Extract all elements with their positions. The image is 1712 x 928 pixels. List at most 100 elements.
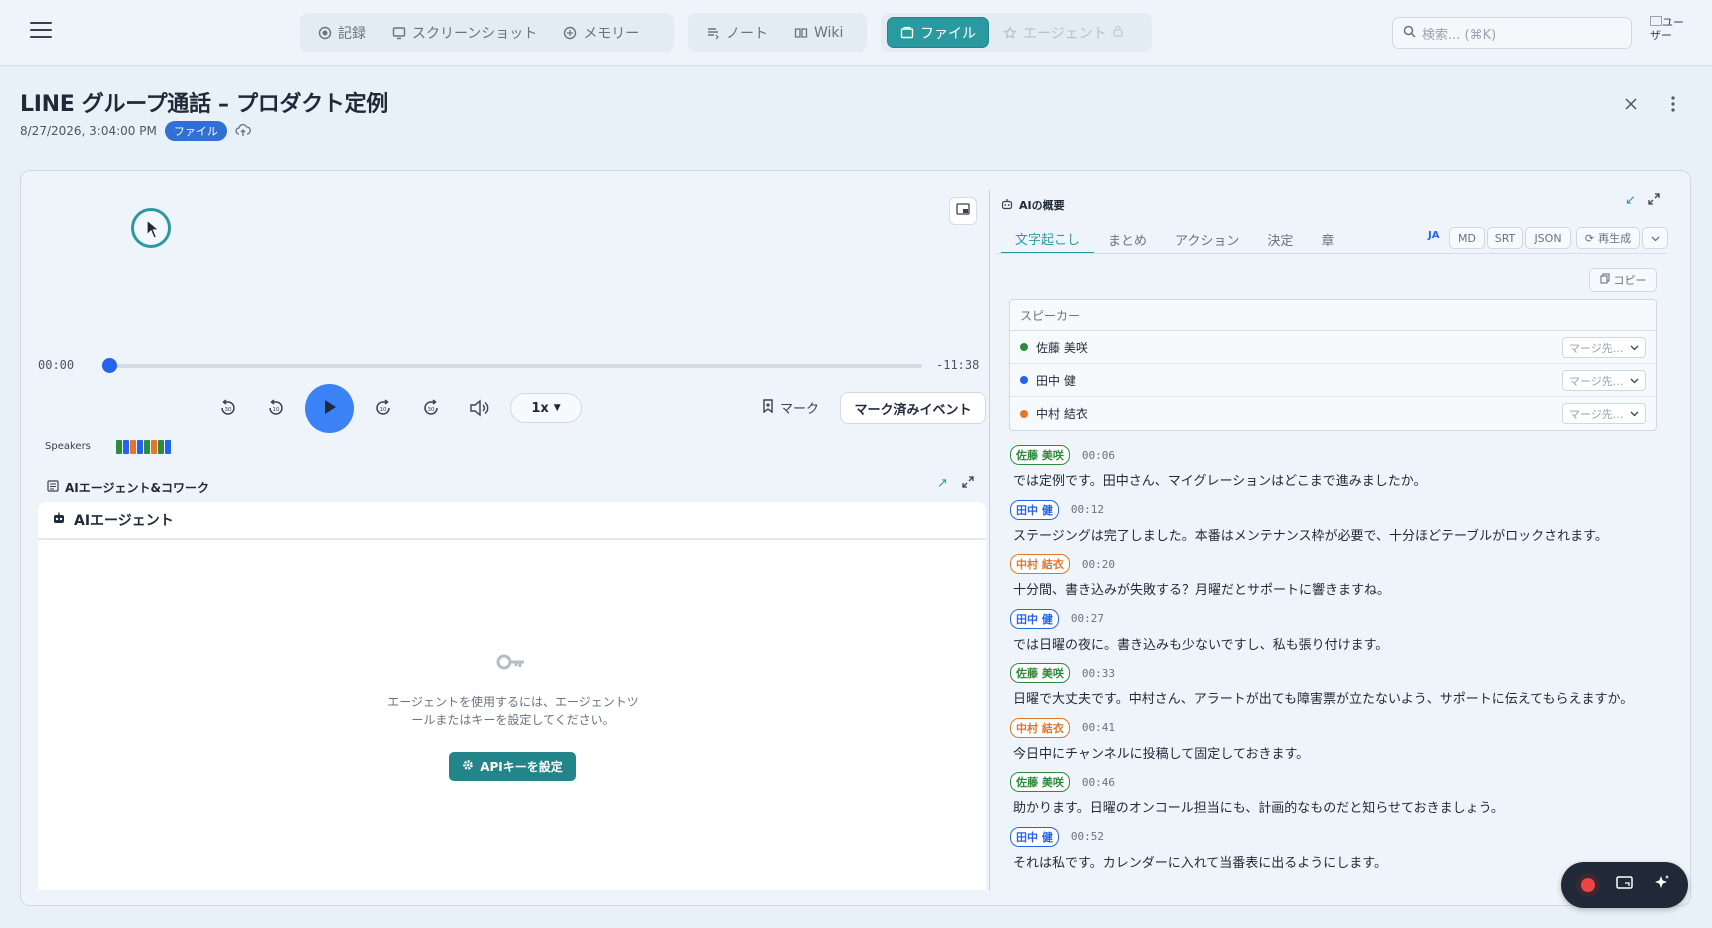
nav-item-screenshots[interactable]: スクリーンショット bbox=[380, 17, 549, 48]
volume-icon[interactable] bbox=[465, 394, 493, 422]
seek-bar[interactable] bbox=[108, 364, 922, 368]
playback-speed-select[interactable]: 1x ▼ bbox=[510, 393, 582, 423]
more-options-icon[interactable] bbox=[1662, 93, 1684, 115]
key-icon bbox=[496, 652, 526, 676]
regenerate-label: 再生成 bbox=[1598, 232, 1632, 245]
nav-item-label: スクリーンショット bbox=[412, 25, 538, 42]
speaker-segment[interactable] bbox=[158, 440, 164, 454]
timestamp[interactable]: 00:41 bbox=[1082, 721, 1115, 734]
forward-30-icon[interactable]: 30 bbox=[417, 394, 445, 422]
merge-target-select[interactable]: マージ先... bbox=[1562, 403, 1646, 424]
nav-item-files[interactable]: ファイル bbox=[887, 17, 989, 48]
search-placeholder: 検索... (⌘K) bbox=[1422, 27, 1497, 43]
avatar[interactable]: ユーザー bbox=[1650, 16, 1684, 52]
forward-10-icon[interactable]: 10 bbox=[369, 394, 397, 422]
copy-label: コピー bbox=[1613, 274, 1647, 287]
nav-item-label: ノート bbox=[726, 25, 768, 42]
cloud-upload-icon[interactable] bbox=[235, 123, 251, 140]
speaker-merge-table: スピーカー 佐藤 美咲 マージ先... 田中 健 マージ先... 中村 結衣 マ… bbox=[1009, 299, 1657, 431]
tab-actions[interactable]: アクション bbox=[1161, 224, 1253, 254]
popout-icon[interactable]: ↗ bbox=[937, 476, 948, 492]
transcript-entry[interactable]: 佐藤 美咲 00:33 日曜で大丈夫です。中村さん、アラートが出ても障害票が立たない… bbox=[1010, 662, 1670, 717]
record-button[interactable] bbox=[1573, 870, 1603, 900]
transcript-entry[interactable]: 中村 結衣 00:20 十分間、書き込みが失敗する？月曜だとサポートに響きますね。 bbox=[1010, 553, 1670, 608]
book-icon bbox=[794, 26, 808, 40]
tab-chapters[interactable]: 章 bbox=[1307, 224, 1348, 254]
transcript-entry-meta: 田中 健 00:52 bbox=[1010, 826, 1670, 848]
copy-button[interactable]: コピー bbox=[1589, 268, 1657, 292]
nav-item-notes[interactable]: ノート bbox=[694, 17, 780, 48]
nav-item-agent[interactable]: エージェント bbox=[991, 17, 1135, 48]
timestamp[interactable]: 00:27 bbox=[1071, 612, 1104, 625]
timestamp[interactable]: 00:33 bbox=[1082, 667, 1115, 680]
tab-transcript[interactable]: 文字起こし bbox=[1001, 224, 1095, 254]
speaker-badge[interactable]: 田中 健 bbox=[1010, 826, 1059, 847]
lock-icon bbox=[1113, 25, 1123, 41]
speaker-badge[interactable]: 佐藤 美咲 bbox=[1010, 663, 1070, 683]
screen-capture-button[interactable] bbox=[1610, 870, 1640, 900]
video-area[interactable] bbox=[36, 185, 986, 345]
speaker-segment[interactable] bbox=[165, 440, 171, 454]
seek-handle[interactable] bbox=[102, 358, 117, 373]
speaker-timeline[interactable] bbox=[116, 440, 171, 454]
speaker-segment[interactable] bbox=[116, 440, 122, 454]
speaker-badge[interactable]: 田中 健 bbox=[1010, 608, 1059, 629]
transcript-entry[interactable]: 田中 健 00:27 では日曜の夜に。書き込みも少ないですし、私も張り付けます。 bbox=[1010, 608, 1670, 663]
nav-item-record[interactable]: 記録 bbox=[306, 17, 378, 48]
transcript-entry[interactable]: 中村 結衣 00:41 今日中にチャンネルに投稿して固定しておきます。 bbox=[1010, 717, 1670, 772]
merge-target-select[interactable]: マージ先... bbox=[1562, 370, 1646, 391]
expand-icon[interactable] bbox=[1648, 193, 1660, 209]
transcript-text: 日曜で大丈夫です。中村さん、アラートが出ても障害票が立たないよう、サポートに伝え… bbox=[1013, 692, 1634, 707]
timestamp[interactable]: 00:06 bbox=[1082, 449, 1115, 462]
ai-sparkle-button[interactable] bbox=[1647, 870, 1677, 900]
nav-item-wiki[interactable]: Wiki bbox=[782, 17, 855, 48]
search-input[interactable]: 検索... (⌘K) bbox=[1392, 17, 1632, 49]
timestamp[interactable]: 00:12 bbox=[1071, 503, 1104, 516]
timestamp[interactable]: 00:52 bbox=[1071, 830, 1104, 843]
collapse-icon[interactable]: ↙ bbox=[1625, 193, 1636, 209]
merge-target-select[interactable]: マージ先... bbox=[1562, 337, 1646, 358]
tab-decisions[interactable]: 決定 bbox=[1253, 224, 1307, 254]
language-toggle[interactable]: JA bbox=[1428, 230, 1439, 241]
speaker-badge[interactable]: 田中 健 bbox=[1010, 499, 1059, 520]
agent-icon bbox=[1003, 25, 1017, 40]
set-api-key-button[interactable]: APIキーを設定 bbox=[449, 752, 576, 781]
export-json-button[interactable]: JSON bbox=[1525, 227, 1571, 249]
svg-text:10: 10 bbox=[380, 407, 387, 413]
transcript-text: では定例です。田中さん、マイグレーションはどこまで進みましたか。 bbox=[1013, 474, 1427, 489]
speaker-row: 佐藤 美咲 マージ先... bbox=[1010, 331, 1656, 364]
transcript-entry[interactable]: 佐藤 美咲 00:06 では定例です。田中さん、マイグレーションはどこまで進みました… bbox=[1010, 444, 1670, 499]
export-md-button[interactable]: MD bbox=[1449, 227, 1485, 249]
mark-button[interactable]: マーク bbox=[762, 398, 819, 417]
speaker-segment[interactable] bbox=[144, 440, 150, 454]
speaker-segment[interactable] bbox=[130, 440, 136, 454]
speaker-badge[interactable]: 中村 結衣 bbox=[1010, 554, 1070, 574]
export-srt-button[interactable]: SRT bbox=[1487, 227, 1523, 249]
expand-icon[interactable] bbox=[962, 476, 974, 492]
timestamp[interactable]: 00:20 bbox=[1082, 558, 1115, 571]
tab-summary[interactable]: まとめ bbox=[1094, 224, 1161, 254]
rewind-10-icon[interactable]: 10 bbox=[262, 394, 290, 422]
marked-events-button[interactable]: マーク済みイベント bbox=[840, 392, 986, 424]
regenerate-button[interactable]: ⟳ 再生成 bbox=[1576, 227, 1640, 249]
transcript-entry[interactable]: 田中 健 00:12 ステージングは完了しました。本番はメンテナンス枠が必要で、十分… bbox=[1010, 499, 1670, 554]
nav-group-files: ファイル エージェント bbox=[881, 13, 1152, 52]
chevron-down-icon bbox=[1630, 407, 1639, 420]
speaker-segment[interactable] bbox=[137, 440, 143, 454]
speaker-badge[interactable]: 佐藤 美咲 bbox=[1010, 772, 1070, 792]
svg-text:30: 30 bbox=[428, 407, 435, 413]
close-icon[interactable] bbox=[1620, 93, 1642, 115]
menu-icon[interactable] bbox=[30, 22, 52, 40]
panel-divider[interactable] bbox=[989, 190, 990, 890]
picture-in-picture-button[interactable] bbox=[949, 197, 977, 225]
speaker-segment[interactable] bbox=[151, 440, 157, 454]
regenerate-options-dropdown[interactable] bbox=[1642, 227, 1668, 249]
transcript-entry[interactable]: 佐藤 美咲 00:46 助かります。日曜のオンコール担当にも、計画的なものだと知らせ… bbox=[1010, 771, 1670, 826]
speaker-segment[interactable] bbox=[123, 440, 129, 454]
rewind-30-icon[interactable]: 30 bbox=[214, 394, 242, 422]
speaker-badge[interactable]: 中村 結衣 bbox=[1010, 717, 1070, 738]
nav-item-memory[interactable]: メモリー bbox=[551, 17, 651, 48]
speaker-badge[interactable]: 佐藤 美咲 bbox=[1010, 445, 1070, 465]
play-button[interactable] bbox=[305, 384, 354, 433]
timestamp[interactable]: 00:46 bbox=[1082, 776, 1115, 789]
